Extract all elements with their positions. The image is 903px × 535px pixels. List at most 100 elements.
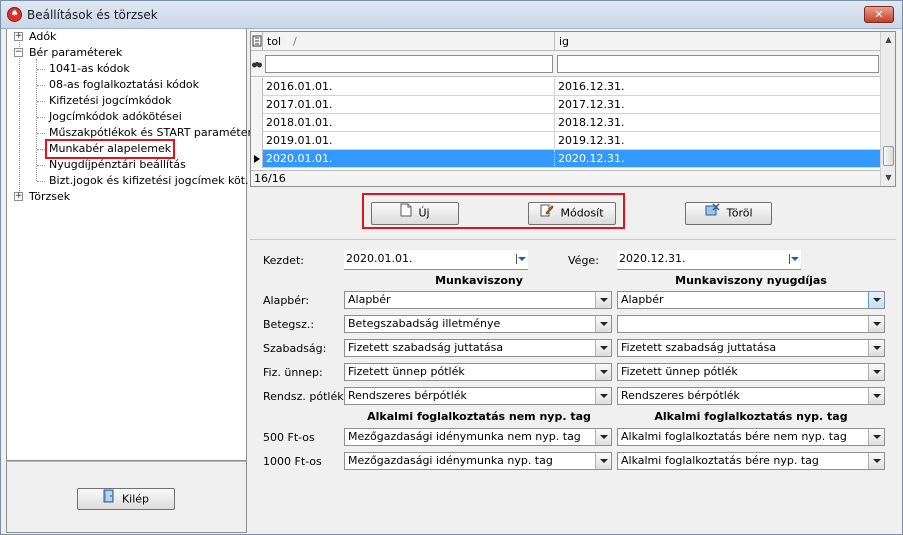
settings-tree: + Adók − Bér paraméterek 1041-as kódok 0… bbox=[6, 29, 265, 461]
cell-tol: 2017.01.01. bbox=[263, 96, 555, 114]
expand-icon[interactable]: + bbox=[14, 192, 23, 201]
expand-icon[interactable]: + bbox=[14, 32, 23, 41]
fiz-unnep-value: Fizetett ünnep pótlék bbox=[348, 365, 465, 378]
alapber-select[interactable]: Alapbér bbox=[344, 291, 612, 309]
table-row[interactable]: 2016.01.01. 2016.12.31. bbox=[251, 78, 881, 96]
rendsz-potlek-select[interactable]: Rendszeres bérpótlék bbox=[344, 387, 612, 405]
dropdown-arrow-icon[interactable] bbox=[868, 388, 884, 404]
dropdown-arrow-icon[interactable] bbox=[868, 316, 884, 332]
alapber-nyugdijas-value: Alapbér bbox=[621, 293, 664, 306]
szabadsag-label: Szabadság: bbox=[263, 342, 327, 355]
tree-connector bbox=[37, 149, 45, 150]
table-row[interactable]: 2019.01.01. 2019.12.31. bbox=[251, 132, 881, 150]
500-ft-label: 500 Ft-os bbox=[263, 431, 315, 444]
tree-item-munkaber-alapelemek[interactable]: Munkabér alapelemek bbox=[44, 139, 176, 159]
scroll-down-icon[interactable]: ▼ bbox=[881, 170, 896, 185]
tree-connector bbox=[37, 117, 45, 118]
dropdown-arrow-icon[interactable] bbox=[595, 429, 611, 445]
cell-ig: 2016.12.31. bbox=[555, 78, 881, 96]
1000-ft-nyp-value: Alkalmi foglalkoztatás bére nyp. tag bbox=[621, 454, 819, 467]
1000-ft-select[interactable]: Mezőgazdasági idénymunka nyp. tag bbox=[344, 452, 612, 470]
dropdown-arrow-icon[interactable] bbox=[789, 254, 799, 264]
dropdown-arrow-icon[interactable] bbox=[868, 340, 884, 356]
binoculars-icon bbox=[251, 55, 263, 73]
dropdown-arrow-icon[interactable] bbox=[595, 316, 611, 332]
filter-input-ig[interactable] bbox=[557, 55, 879, 73]
500-ft-value: Mezőgazdasági idénymunka nem nyp. tag bbox=[348, 430, 581, 443]
cell-ig: 2018.12.31. bbox=[555, 114, 881, 132]
tree-item-muszakpotlekok[interactable]: Műszakpótlékok és START paraméterek bbox=[49, 125, 265, 141]
dropdown-arrow-icon[interactable] bbox=[595, 292, 611, 308]
tree-item-bizt-jogok[interactable]: Bizt.jogok és kifizetési jogcímek köt. bbox=[49, 173, 249, 189]
cell-tol: 2018.01.01. bbox=[263, 114, 555, 132]
fiz-unnep-nyugdijas-select[interactable]: Fizetett ünnep pótlék bbox=[617, 363, 885, 381]
new-button[interactable]: Új bbox=[371, 202, 459, 225]
filter-input-tol[interactable] bbox=[265, 55, 553, 73]
dropdown-arrow-icon[interactable] bbox=[868, 453, 884, 469]
fiz-unnep-select[interactable]: Fizetett ünnep pótlék bbox=[344, 363, 612, 381]
close-button[interactable]: ✕ bbox=[864, 6, 894, 23]
tree-item-label: Bér paraméterek bbox=[29, 46, 123, 59]
end-date-field[interactable]: 2020.12.31. bbox=[617, 250, 801, 270]
rendsz-potlek-label: Rendsz. pótlék: bbox=[263, 390, 348, 403]
tree-item-label: Törzsek bbox=[29, 190, 71, 203]
new-button-label: Új bbox=[418, 206, 430, 220]
dropdown-arrow-icon[interactable] bbox=[868, 364, 884, 380]
row-indicator bbox=[251, 114, 263, 132]
scroll-thumb[interactable] bbox=[883, 146, 894, 166]
exit-button[interactable]: Kilép bbox=[77, 488, 175, 510]
dropdown-arrow-icon[interactable] bbox=[595, 388, 611, 404]
scroll-up-icon[interactable]: ▲ bbox=[881, 32, 896, 47]
szabadsag-nyugdijas-value: Fizetett szabadság juttatása bbox=[621, 341, 777, 354]
row-indicator bbox=[251, 132, 263, 150]
betegszabadsag-nyugdijas-select[interactable] bbox=[617, 315, 885, 333]
start-date-value: 2020.01.01. bbox=[346, 252, 413, 265]
rendsz-potlek-value: Rendszeres bérpótlék bbox=[348, 389, 467, 402]
tree-item-08-foglalkoztatasi-kodok[interactable]: 08-as foglalkoztatási kódok bbox=[49, 77, 199, 93]
500-ft-select[interactable]: Mezőgazdasági idénymunka nem nyp. tag bbox=[344, 428, 612, 446]
betegszabadsag-value: Betegszabadság illetménye bbox=[348, 317, 501, 330]
cell-tol: 2016.01.01. bbox=[263, 78, 555, 96]
settings-window: ♠ Beállítások és törzsek ✕ + Adók − Bér … bbox=[0, 0, 903, 535]
column-header-tol[interactable]: tol / bbox=[263, 32, 555, 51]
dropdown-arrow-icon[interactable] bbox=[868, 429, 884, 445]
column-header-ig[interactable]: ig bbox=[555, 32, 881, 51]
1000-ft-nyp-select[interactable]: Alkalmi foglalkoztatás bére nyp. tag bbox=[617, 452, 885, 470]
table-row[interactable]: 2018.01.01. 2018.12.31. bbox=[251, 114, 881, 132]
edit-button[interactable]: Módosít bbox=[528, 202, 616, 225]
betegszabadsag-select[interactable]: Betegszabadság illetménye bbox=[344, 315, 612, 333]
szabadsag-nyugdijas-select[interactable]: Fizetett szabadság juttatása bbox=[617, 339, 885, 357]
collapse-icon[interactable]: − bbox=[14, 48, 23, 57]
alkalmi-nyp-header: Alkalmi foglalkoztatás nyp. tag bbox=[654, 410, 848, 423]
szabadsag-select[interactable]: Fizetett szabadság juttatása bbox=[344, 339, 612, 357]
tree-item-nyugdijpenztari-beallitas[interactable]: Nyugdíjpénztári beállítás bbox=[49, 157, 186, 173]
szabadsag-value: Fizetett szabadság juttatása bbox=[348, 341, 504, 354]
dropdown-arrow-icon[interactable] bbox=[516, 254, 526, 264]
dropdown-arrow-icon[interactable] bbox=[868, 292, 884, 308]
column-header-label: tol bbox=[267, 35, 282, 48]
500-ft-nyp-value: Alkalmi foglalkoztatás bére nem nyp. tag bbox=[621, 430, 847, 443]
delete-button[interactable]: Töröl bbox=[685, 202, 772, 225]
table-row[interactable]: 2017.01.01. 2017.12.31. bbox=[251, 96, 881, 114]
tree-item-jogcimkodok-adokotesei[interactable]: Jogcímkódok adókötései bbox=[49, 109, 182, 125]
1000-ft-value: Mezőgazdasági idénymunka nyp. tag bbox=[348, 454, 553, 467]
door-exit-icon bbox=[103, 489, 116, 510]
dropdown-arrow-icon[interactable] bbox=[595, 340, 611, 356]
grid-vertical-scrollbar[interactable]: ▲ ▼ bbox=[880, 32, 895, 186]
500-ft-nyp-select[interactable]: Alkalmi foglalkoztatás bére nem nyp. tag bbox=[617, 428, 885, 446]
tree-item-1041-kodok[interactable]: 1041-as kódok bbox=[49, 61, 130, 77]
alapber-nyugdijas-select[interactable]: Alapbér bbox=[617, 291, 885, 309]
current-row-arrow-icon bbox=[254, 155, 260, 163]
alapber-value: Alapbér bbox=[348, 293, 391, 306]
cell-ig: 2017.12.31. bbox=[555, 96, 881, 114]
cell-tol: 2019.01.01. bbox=[263, 132, 555, 150]
rendsz-potlek-nyugdijas-select[interactable]: Rendszeres bérpótlék bbox=[617, 387, 885, 405]
tree-connector bbox=[37, 133, 45, 134]
dropdown-arrow-icon[interactable] bbox=[595, 364, 611, 380]
tree-item-kifizetesi-jogcimkodok[interactable]: Kifizetési jogcímkódok bbox=[49, 93, 171, 109]
dropdown-arrow-icon[interactable] bbox=[595, 453, 611, 469]
table-row-selected[interactable]: 2020.01.01. 2020.12.31. bbox=[251, 150, 881, 168]
start-date-field[interactable]: 2020.01.01. bbox=[344, 250, 528, 270]
row-indicator bbox=[251, 96, 263, 114]
edit-document-icon bbox=[540, 203, 555, 224]
